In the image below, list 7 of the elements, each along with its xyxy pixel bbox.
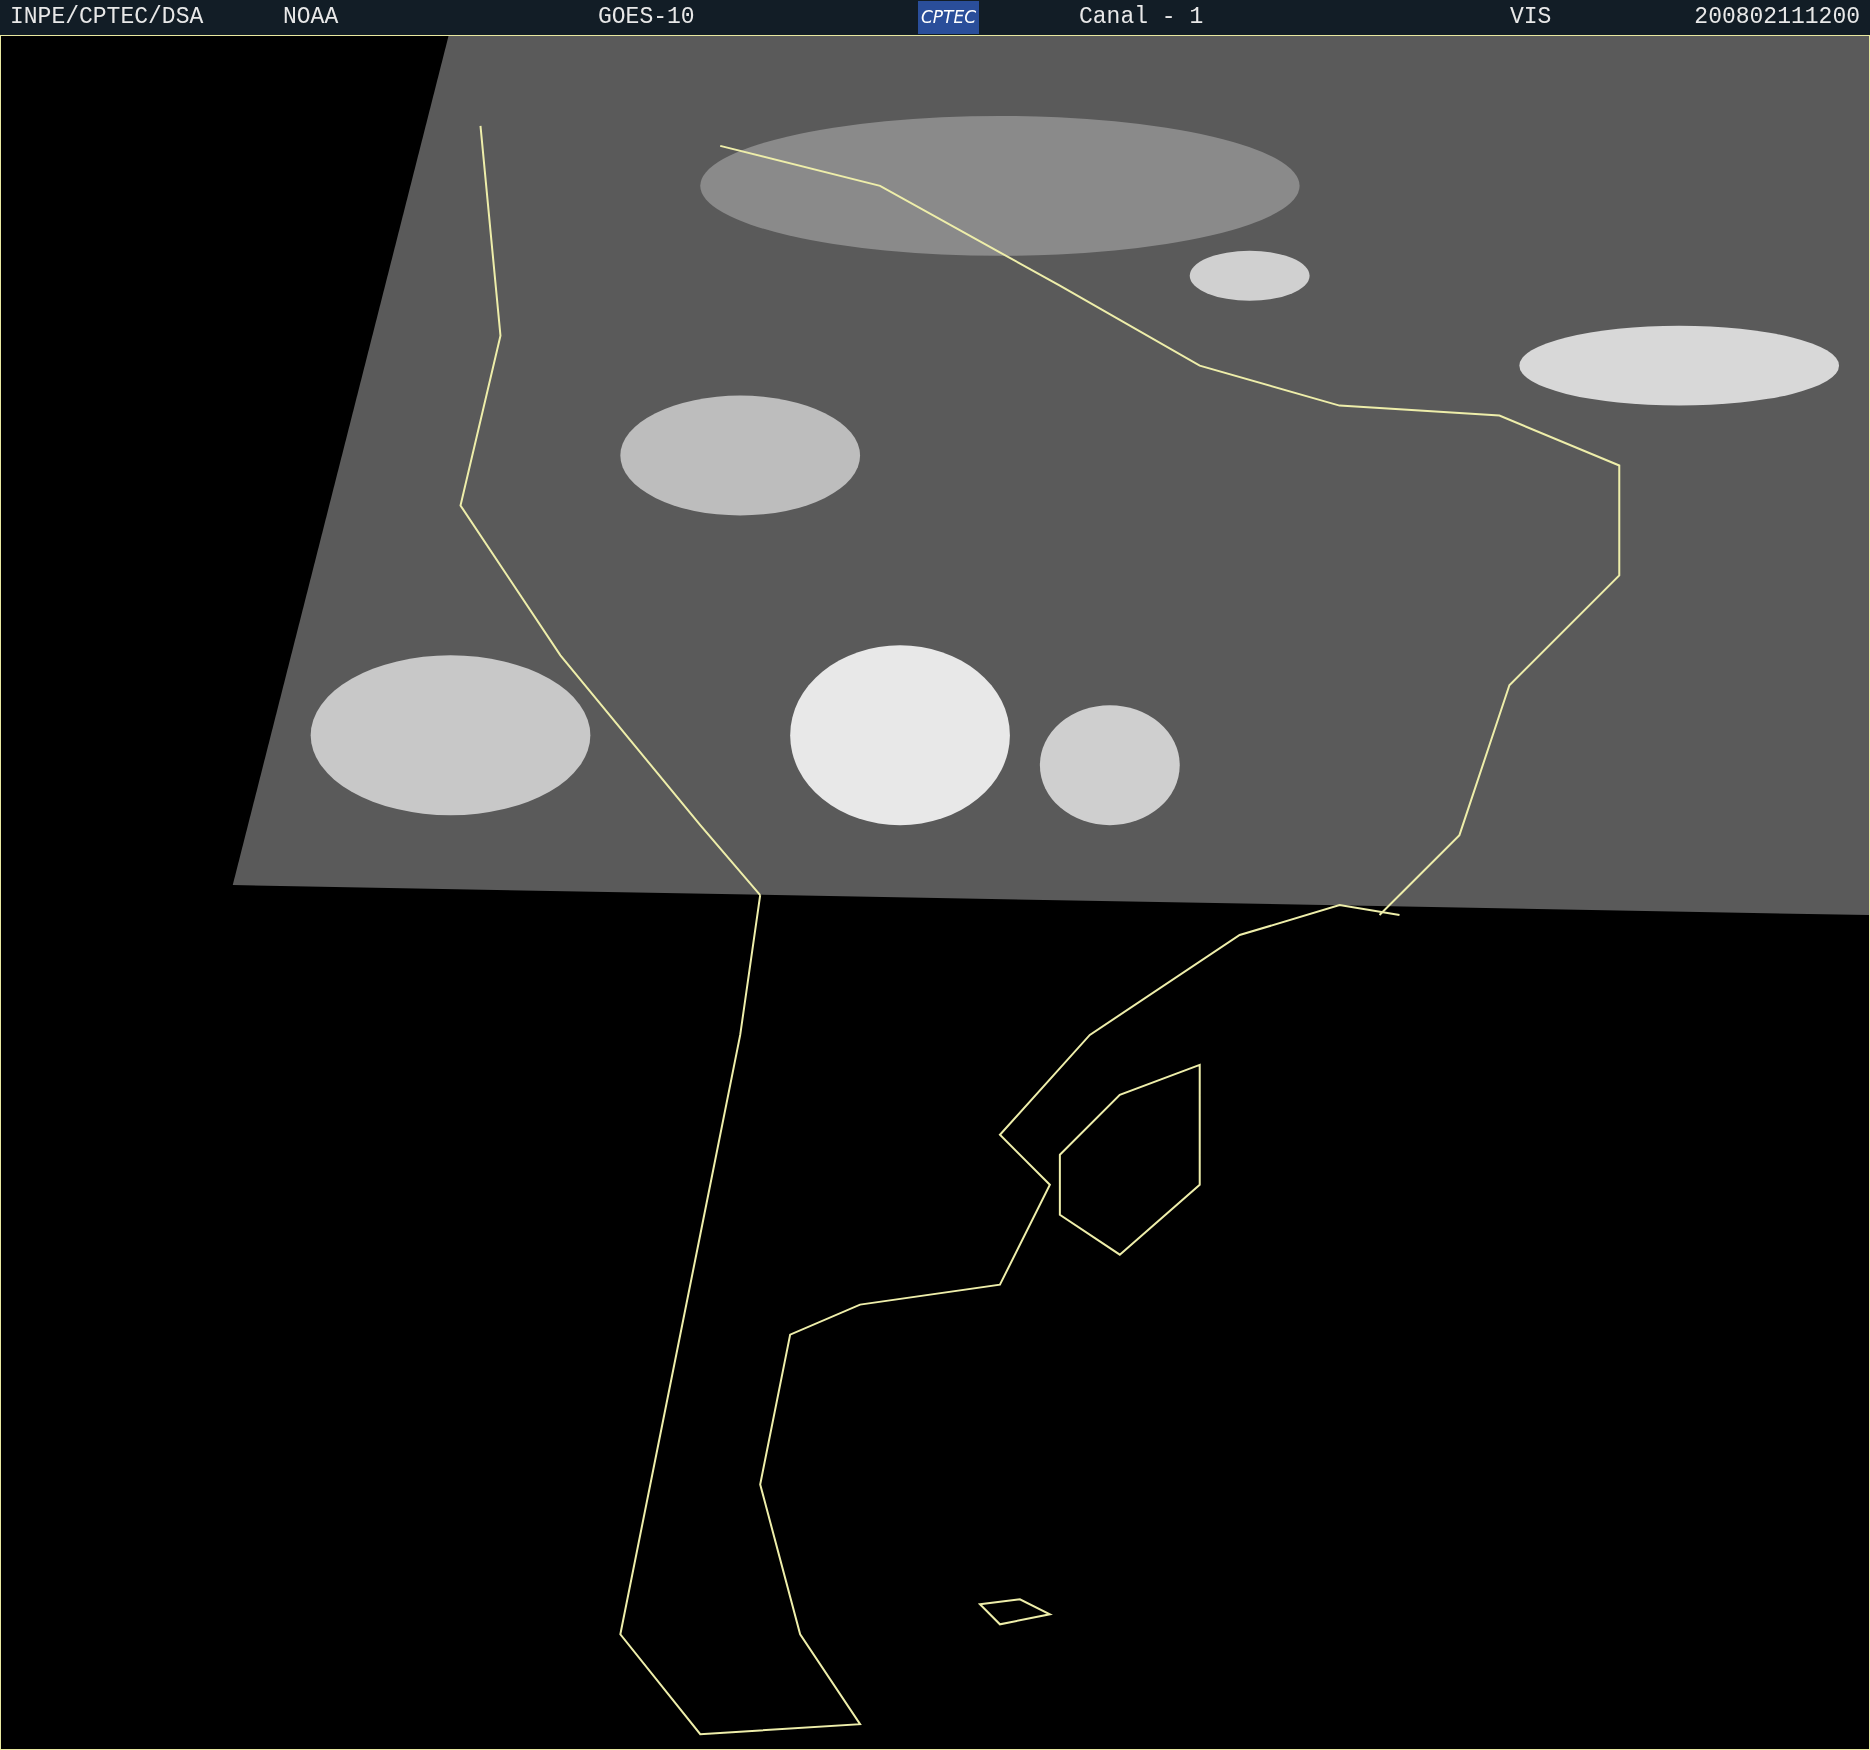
satellite-label: GOES-10 <box>598 4 695 31</box>
timestamp-label: 200802111200 <box>1694 4 1860 31</box>
band-label: VIS <box>1510 4 1552 31</box>
logo: CPTEC <box>918 1 980 35</box>
agency-label: INPE/CPTEC/DSA <box>10 4 204 31</box>
provider-label: NOAA <box>283 4 339 31</box>
channel-label: Canal - 1 <box>1079 4 1204 31</box>
